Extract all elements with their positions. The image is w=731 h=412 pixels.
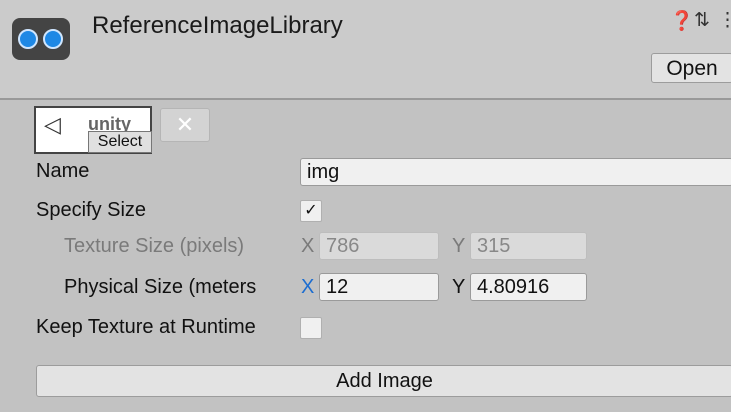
- texture-y-field: 315: [470, 232, 587, 260]
- physical-x-label[interactable]: X: [301, 276, 314, 299]
- unity-logo-icon: ◁: [44, 112, 61, 137]
- open-button[interactable]: Open: [651, 53, 731, 83]
- remove-image-button[interactable]: ✕: [160, 108, 210, 142]
- inspector-header: ReferenceImageLibrary ❓ ⇅ ⋮ Open: [0, 0, 731, 98]
- left-lens-icon: [18, 29, 38, 49]
- header-divider: [0, 98, 731, 100]
- add-image-button[interactable]: Add Image: [36, 365, 731, 397]
- menu-icon[interactable]: ⋮: [718, 9, 731, 32]
- asset-title: ReferenceImageLibrary: [92, 12, 343, 39]
- select-texture-button[interactable]: Select: [88, 131, 152, 153]
- specify-size-checkbox[interactable]: ✓: [300, 200, 322, 222]
- physical-y-field[interactable]: 4.80916: [470, 273, 587, 301]
- texture-x-label: X: [301, 235, 315, 257]
- help-icon[interactable]: ❓: [670, 9, 694, 33]
- texture-size-label: Texture Size (pixels): [64, 235, 245, 257]
- right-lens-icon: [43, 29, 63, 49]
- physical-x-field[interactable]: 12: [319, 273, 439, 301]
- specify-size-label: Specify Size: [36, 199, 147, 221]
- texture-y-label: Y: [452, 235, 466, 257]
- close-icon: ✕: [175, 112, 195, 137]
- physical-y-label[interactable]: Y: [452, 276, 465, 299]
- preset-icon[interactable]: ⇅: [694, 9, 710, 32]
- keep-texture-checkbox[interactable]: [300, 317, 322, 339]
- texture-x-field: 786: [319, 232, 439, 260]
- physical-size-label: Physical Size (meters: [64, 276, 257, 298]
- xr-reference-library-icon: [12, 18, 70, 60]
- name-label: Name: [36, 160, 90, 182]
- name-field[interactable]: img: [300, 158, 731, 186]
- keep-texture-label: Keep Texture at Runtime: [36, 316, 256, 338]
